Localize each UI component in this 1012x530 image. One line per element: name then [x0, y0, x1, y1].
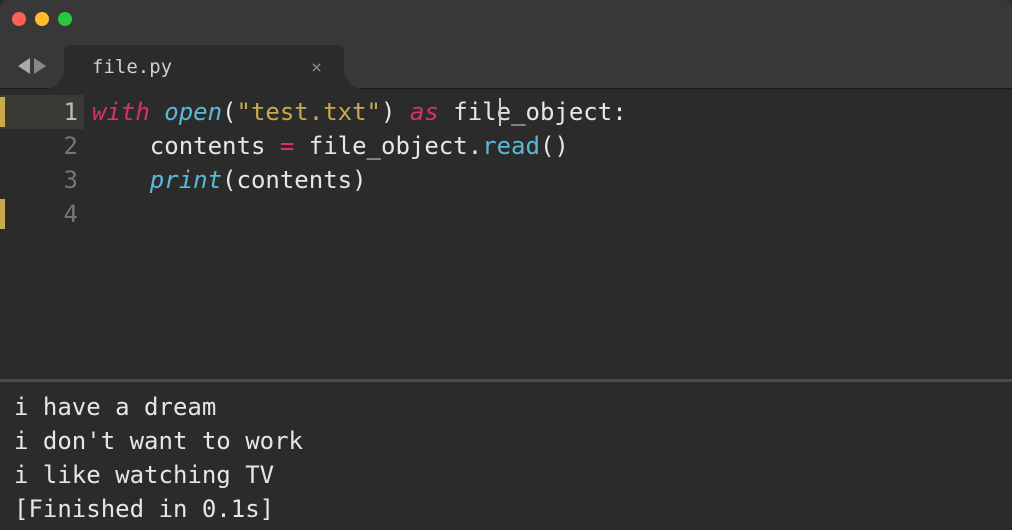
code-token: contents: [92, 132, 280, 160]
line-number[interactable]: 4: [0, 197, 78, 231]
code-token: .: [468, 132, 482, 160]
gutter-mark-icon: [0, 199, 5, 229]
code-token: print: [150, 166, 222, 194]
maximize-window-button[interactable]: [58, 12, 72, 26]
minimize-window-button[interactable]: [35, 12, 49, 26]
close-icon[interactable]: ×: [311, 57, 322, 78]
output-line: i have a dream: [14, 393, 216, 421]
gutter-mark-icon: [0, 97, 5, 127]
code-token: open: [164, 98, 222, 126]
tab-file-py[interactable]: file.py ×: [64, 45, 344, 89]
code-token: as: [410, 98, 439, 126]
output-panel: i have a dream i don't want to work i li…: [0, 379, 1012, 530]
code-token: "test.txt": [237, 98, 382, 126]
code-token: (: [222, 166, 236, 194]
code-token: ): [381, 98, 395, 126]
line-number[interactable]: 2: [0, 129, 78, 163]
line-number[interactable]: 1: [0, 95, 84, 129]
code-token: ): [352, 166, 366, 194]
code-token: (): [540, 132, 569, 160]
tab-label: file.py: [92, 56, 172, 78]
code-token: file_object: [294, 132, 467, 160]
code-token: contents: [237, 166, 353, 194]
line-number[interactable]: 3: [0, 163, 78, 197]
output-line: [Finished in 0.1s]: [14, 495, 274, 523]
code-token: =: [280, 132, 294, 160]
line-gutter: 1 2 3 4: [0, 89, 92, 379]
window-titlebar: [0, 0, 1012, 37]
code-token: with: [92, 98, 150, 126]
output-line: i don't want to work: [14, 427, 303, 455]
code-token: :: [612, 98, 626, 126]
text-cursor: [499, 98, 501, 126]
code-token: read: [482, 132, 540, 160]
code-editor[interactable]: with open("test.txt") as file_object: co…: [92, 89, 1012, 379]
nav-back-icon[interactable]: [18, 58, 30, 74]
editor-area: 1 2 3 4 with open("test.txt") as file_ob…: [0, 89, 1012, 379]
tab-bar: file.py ×: [0, 37, 1012, 89]
output-line: i like watching TV: [14, 461, 274, 489]
close-window-button[interactable]: [12, 12, 26, 26]
code-token: file_object: [453, 98, 612, 126]
code-token: (: [222, 98, 236, 126]
code-token: [92, 166, 150, 194]
